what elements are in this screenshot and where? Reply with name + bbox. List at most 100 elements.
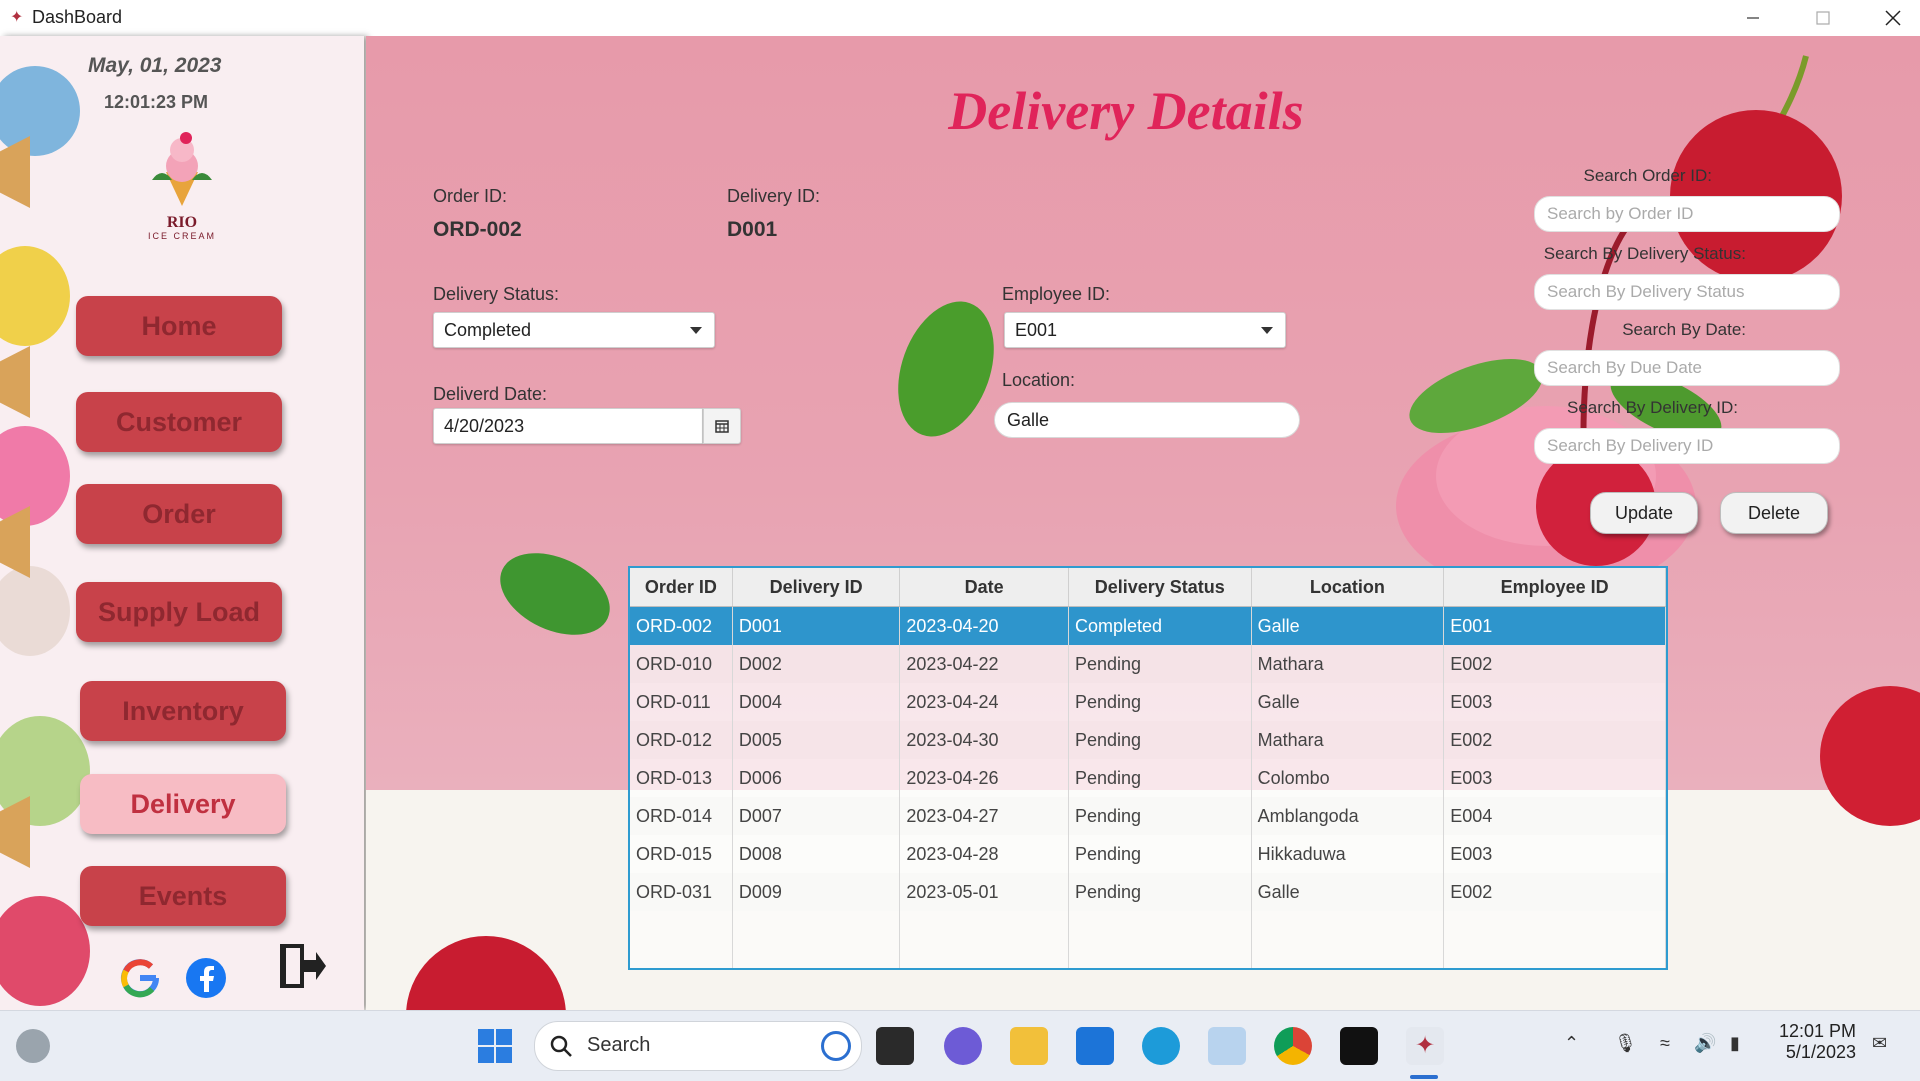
empty-cell (1068, 949, 1252, 968)
cell-location: Colombo (1251, 759, 1445, 797)
maximize-button[interactable] (1788, 0, 1858, 36)
cell-location: Mathara (1251, 721, 1445, 759)
battery-icon[interactable]: ▮ (1730, 1033, 1740, 1054)
current-time: 12:01:23 PM (104, 92, 209, 112)
nav-events-button[interactable]: Events (80, 866, 286, 926)
taskbar-search-label: Search (587, 1034, 651, 1056)
table-row[interactable]: ORD-010 D002 2023-04-22 Pending Mathara E002 (630, 645, 1666, 683)
facebook-icon[interactable] (184, 956, 228, 1000)
intellij-icon[interactable] (1340, 1027, 1378, 1065)
cell-order-id: ORD-012 (630, 721, 733, 759)
column-header-employee-id[interactable]: Employee ID (1443, 568, 1666, 607)
update-button[interactable]: Update (1590, 492, 1698, 534)
employee-id-select[interactable]: E001 (1004, 312, 1286, 348)
table-row[interactable]: ORD-013 D006 2023-04-26 Pending Colombo E003 (630, 759, 1666, 797)
ice-cream-logo-icon (152, 132, 212, 206)
location-input[interactable] (994, 402, 1300, 438)
cell-delivery-id: D004 (732, 683, 901, 721)
mint-leaf-illustration (898, 301, 994, 437)
order-id-label: Order ID: (433, 186, 508, 206)
minimize-button[interactable] (1718, 0, 1788, 36)
nav-delivery-button[interactable]: Delivery (80, 774, 286, 834)
table-row[interactable]: ORD-002 D001 2023-04-20 Completed Galle E001 (630, 606, 1666, 645)
nav-inventory-button[interactable]: Inventory (80, 681, 286, 741)
column-header-delivery-status[interactable]: Delivery Status (1068, 568, 1252, 607)
cell-date: 2023-04-22 (899, 645, 1069, 683)
cone-image (0, 136, 30, 208)
logout-icon[interactable] (276, 940, 328, 992)
cell-location: Amblangoda (1251, 797, 1445, 835)
table-row[interactable]: ORD-011 D004 2023-04-24 Pending Galle E003 (630, 683, 1666, 721)
chevron-up-icon[interactable]: ⌃ (1564, 1033, 1579, 1054)
cell-delivery-id: D007 (732, 797, 901, 835)
cell-employee-id: E004 (1443, 797, 1666, 835)
nav-customer-button[interactable]: Customer (76, 392, 282, 452)
notification-icon[interactable]: ✉ (1872, 1033, 1887, 1054)
table-row[interactable]: ORD-031 D009 2023-05-01 Pending Galle E002 (630, 873, 1666, 911)
java-app-icon[interactable]: ✦ (1406, 1027, 1444, 1065)
search-delivery-status-input[interactable] (1534, 274, 1840, 310)
chevron-down-icon (690, 327, 702, 334)
search-delivery-id-input[interactable] (1534, 428, 1840, 464)
location-label: Location: (1002, 370, 1076, 390)
column-header-order-id[interactable]: Order ID (630, 568, 733, 607)
chevron-down-icon (1261, 327, 1273, 334)
column-header-location[interactable]: Location (1251, 568, 1445, 607)
calendar-button[interactable] (703, 408, 741, 444)
search-order-id-input[interactable] (1534, 196, 1840, 232)
task-view-icon[interactable] (876, 1027, 914, 1065)
nav-order-button[interactable]: Order (76, 484, 282, 544)
volume-icon[interactable]: 🔊 (1694, 1033, 1716, 1054)
search-date-input[interactable] (1534, 350, 1840, 386)
edge-icon[interactable] (1142, 1027, 1180, 1065)
taskbar: Search ✦ ⌃ 🎙 ≈ 🔊 ▮ 12:01 PM 5/1/2023 ✉ (0, 1010, 1920, 1081)
photos-icon[interactable] (1208, 1027, 1246, 1065)
cone-image (0, 506, 30, 578)
delivered-date-label: Deliverd Date: (433, 384, 548, 404)
widgets-icon[interactable] (16, 1029, 50, 1063)
clock[interactable]: 12:01 PM 5/1/2023 (1770, 1021, 1856, 1063)
teams-chat-icon[interactable] (944, 1027, 982, 1065)
search-order-id-label: Search Order ID: (1583, 166, 1713, 185)
taskbar-search[interactable]: Search (534, 1021, 862, 1071)
cherry-illustration (406, 936, 566, 1010)
cell-date: 2023-04-28 (899, 835, 1069, 873)
cell-location: Galle (1251, 873, 1445, 911)
empty-cell (630, 949, 733, 968)
nav-home-button[interactable]: Home (76, 296, 282, 356)
window-title: DashBoard (32, 7, 123, 27)
maximize-icon (1816, 11, 1830, 25)
app-icon: ✦ (10, 9, 24, 26)
column-header-date[interactable]: Date (899, 568, 1069, 607)
cell-delivery-id: D005 (732, 721, 901, 759)
cell-order-id: ORD-014 (630, 797, 733, 835)
delivery-status-label: Delivery Status: (433, 284, 560, 304)
cell-delivery-id: D008 (732, 835, 901, 873)
chrome-icon[interactable] (1274, 1027, 1312, 1065)
table-row[interactable]: ORD-015 D008 2023-04-28 Pending Hikkaduwa E00… (630, 835, 1666, 873)
employee-id-label: Employee ID: (1002, 284, 1111, 304)
delivery-status-select[interactable]: Completed (433, 312, 715, 348)
table-row[interactable]: ORD-014 D007 2023-04-27 Pending Amblangoda E0… (630, 797, 1666, 835)
wifi-icon[interactable]: ≈ (1660, 1033, 1670, 1054)
table-row[interactable]: ORD-012 D005 2023-04-30 Pending Mathara E002 (630, 721, 1666, 759)
mail-icon[interactable] (1076, 1027, 1114, 1065)
delete-button[interactable]: Delete (1720, 492, 1828, 534)
order-id-value: ORD-002 (433, 218, 522, 241)
google-icon[interactable] (118, 956, 162, 1000)
empty-cell (1251, 949, 1445, 968)
delivered-date-input[interactable]: 4/20/2023 (433, 408, 703, 444)
logo-tagline: ICE CREAM (147, 231, 216, 241)
column-header-delivery-id[interactable]: Delivery ID (732, 568, 901, 607)
empty-cell (1251, 911, 1445, 949)
cell-date: 2023-04-27 (899, 797, 1069, 835)
bing-icon[interactable] (821, 1031, 851, 1061)
cell-employee-id: E003 (1443, 683, 1666, 721)
file-explorer-icon[interactable] (1010, 1027, 1048, 1065)
nav-supply-load-button[interactable]: Supply Load (76, 582, 282, 642)
close-button[interactable] (1858, 0, 1920, 36)
windows-start-icon[interactable] (476, 1027, 514, 1065)
cell-employee-id: E002 (1443, 873, 1666, 911)
cell-location: Hikkaduwa (1251, 835, 1445, 873)
microphone-icon[interactable]: 🎙 (1614, 1033, 1637, 1054)
